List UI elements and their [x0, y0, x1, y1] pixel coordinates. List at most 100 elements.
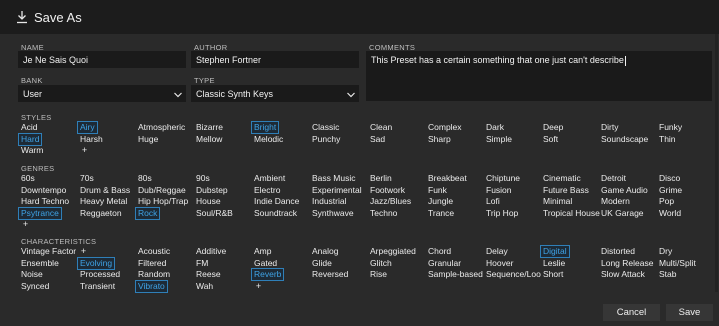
genre-tag-trip-hop[interactable]: Trip Hop — [486, 208, 518, 219]
style-tag-thin[interactable]: Thin — [659, 134, 676, 145]
genre-tag-rock[interactable]: Rock — [135, 206, 161, 220]
characteristic-tag-gated[interactable]: Gated — [254, 258, 277, 269]
genre-tag-80s[interactable]: 80s — [138, 173, 152, 184]
characteristic-tag-synced[interactable]: Synced — [21, 281, 49, 292]
characteristic-tag-acoustic[interactable]: Acoustic — [138, 246, 170, 257]
style-tag-melodic[interactable]: Melodic — [254, 134, 283, 145]
add-tag-button[interactable]: + — [77, 246, 90, 257]
genre-tag-hard-techno[interactable]: Hard Techno — [21, 196, 69, 207]
characteristic-tag-sample-based[interactable]: Sample-based — [428, 269, 483, 280]
style-add-button[interactable]: + — [78, 145, 91, 156]
characteristic-tag-amp[interactable]: Amp — [254, 246, 271, 257]
genre-tag-downtempo[interactable]: Downtempo — [21, 185, 66, 196]
genre-tag-90s[interactable]: 90s — [196, 173, 210, 184]
genre-tag-breakbeat[interactable]: Breakbeat — [428, 173, 467, 184]
name-field[interactable]: Je Ne Sais Quoi — [18, 51, 186, 68]
characteristic-tag-reverb[interactable]: Reverb — [251, 268, 285, 282]
characteristic-tag-glitch[interactable]: Glitch — [370, 258, 392, 269]
genre-tag-reggaeton[interactable]: Reggaeton — [80, 208, 122, 219]
style-tag-bright[interactable]: Bright — [251, 121, 280, 134]
characteristic-tag-wah[interactable]: Wah — [196, 281, 213, 292]
style-tag-acid[interactable]: Acid — [21, 122, 38, 133]
style-tag-huge[interactable]: Huge — [138, 134, 158, 145]
characteristic-tag-transient[interactable]: Transient — [80, 281, 115, 292]
style-tag-airy[interactable]: Airy — [77, 121, 98, 134]
style-tag-soundscape[interactable]: Soundscape — [601, 134, 648, 145]
style-tag-atmospheric[interactable]: Atmospheric — [138, 122, 185, 133]
characteristic-tag-arpeggiated[interactable]: Arpeggiated — [370, 246, 416, 257]
characteristic-tag-chord[interactable]: Chord — [428, 246, 451, 257]
style-tag-sad[interactable]: Sad — [370, 134, 385, 145]
style-tag-bizarre[interactable]: Bizarre — [196, 122, 223, 133]
genre-tag-drum-bass[interactable]: Drum & Bass — [80, 185, 130, 196]
characteristic-tag-glide[interactable]: Glide — [312, 258, 332, 269]
genre-tag-heavy-metal[interactable]: Heavy Metal — [80, 196, 127, 207]
characteristic-tag-rise[interactable]: Rise — [370, 269, 387, 280]
characteristic-tag-delay[interactable]: Delay — [486, 246, 508, 257]
genre-tag-ambient[interactable]: Ambient — [254, 173, 285, 184]
genre-tag-60s[interactable]: 60s — [21, 173, 35, 184]
genre-tag-tropical-house[interactable]: Tropical House — [543, 208, 600, 219]
bank-select[interactable]: User — [18, 85, 186, 102]
characteristic-tag-reversed[interactable]: Reversed — [312, 269, 348, 280]
genre-tag-berlin[interactable]: Berlin — [370, 173, 392, 184]
characteristic-tag-slow-attack[interactable]: Slow Attack — [601, 269, 645, 280]
author-field[interactable]: Stephen Fortner — [191, 51, 359, 68]
genre-tag-electro[interactable]: Electro — [254, 185, 280, 196]
genre-tag-world[interactable]: World — [659, 208, 681, 219]
genre-tag-footwork[interactable]: Footwork — [370, 185, 405, 196]
style-tag-hard[interactable]: Hard — [18, 132, 43, 146]
style-tag-dark[interactable]: Dark — [486, 122, 504, 133]
type-select[interactable]: Classic Synth Keys — [191, 85, 359, 102]
genre-add-button[interactable]: + — [19, 219, 32, 230]
characteristic-tag-sequence-loo[interactable]: Sequence/Loo — [486, 269, 541, 280]
characteristic-tag-evolving[interactable]: Evolving — [77, 256, 116, 270]
style-tag-soft[interactable]: Soft — [543, 134, 558, 145]
characteristic-tag-granular[interactable]: Granular — [428, 258, 461, 269]
save-button[interactable]: Save — [666, 304, 713, 321]
genre-tag-game-audio[interactable]: Game Audio — [601, 185, 648, 196]
characteristic-tag-additive[interactable]: Additive — [196, 246, 226, 257]
genre-tag-jazz-blues[interactable]: Jazz/Blues — [370, 196, 411, 207]
characteristic-tag-digital[interactable]: Digital — [540, 245, 570, 258]
genre-tag-soundtrack[interactable]: Soundtrack — [254, 208, 297, 219]
characteristic-tag-processed[interactable]: Processed — [80, 269, 120, 280]
genre-tag-trance[interactable]: Trance — [428, 208, 454, 219]
style-tag-sharp[interactable]: Sharp — [428, 134, 451, 145]
genre-tag-chiptune[interactable]: Chiptune — [486, 173, 520, 184]
genre-tag-hip-hop-trap[interactable]: Hip Hop/Trap — [138, 196, 188, 207]
scrollbar[interactable] — [715, 34, 718, 292]
genre-tag-indie-dance[interactable]: Indie Dance — [254, 196, 299, 207]
genre-tag-dub-reggae[interactable]: Dub/Reggae — [138, 185, 186, 196]
style-tag-clean[interactable]: Clean — [370, 122, 392, 133]
genre-tag-lofi[interactable]: Lofi — [486, 196, 500, 207]
style-tag-complex[interactable]: Complex — [428, 122, 462, 133]
characteristic-tag-leslie[interactable]: Leslie — [543, 258, 565, 269]
genre-tag-jungle[interactable]: Jungle — [428, 196, 453, 207]
genre-tag-cinematic[interactable]: Cinematic — [543, 173, 581, 184]
characteristic-tag-fm[interactable]: FM — [196, 258, 208, 269]
genre-tag-uk-garage[interactable]: UK Garage — [601, 208, 644, 219]
characteristic-tag-noise[interactable]: Noise — [21, 269, 43, 280]
style-tag-warm[interactable]: Warm — [21, 145, 43, 156]
characteristic-tag-filtered[interactable]: Filtered — [138, 258, 166, 269]
genre-tag-pop[interactable]: Pop — [659, 196, 674, 207]
characteristic-tag-dry[interactable]: Dry — [659, 246, 672, 257]
genre-tag-modern[interactable]: Modern — [601, 196, 630, 207]
characteristic-tag-reese[interactable]: Reese — [196, 269, 221, 280]
characteristic-tag-hoover[interactable]: Hoover — [486, 258, 513, 269]
genre-tag-house[interactable]: House — [196, 196, 221, 207]
comments-field[interactable]: This Preset has a certain something that… — [366, 51, 712, 101]
characteristic-tag-short[interactable]: Short — [543, 269, 563, 280]
genre-tag-minimal[interactable]: Minimal — [543, 196, 572, 207]
style-tag-deep[interactable]: Deep — [543, 122, 563, 133]
genre-tag-industrial[interactable]: Industrial — [312, 196, 347, 207]
genre-tag-disco[interactable]: Disco — [659, 173, 680, 184]
style-tag-classic[interactable]: Classic — [312, 122, 339, 133]
genre-tag-techno[interactable]: Techno — [370, 208, 397, 219]
characteristic-tag-long-release[interactable]: Long Release — [601, 258, 653, 269]
style-tag-harsh[interactable]: Harsh — [80, 134, 103, 145]
characteristic-tag-analog[interactable]: Analog — [312, 246, 338, 257]
style-tag-funky[interactable]: Funky — [659, 122, 682, 133]
characteristic-tag-multi-split[interactable]: Multi/Split — [659, 258, 696, 269]
